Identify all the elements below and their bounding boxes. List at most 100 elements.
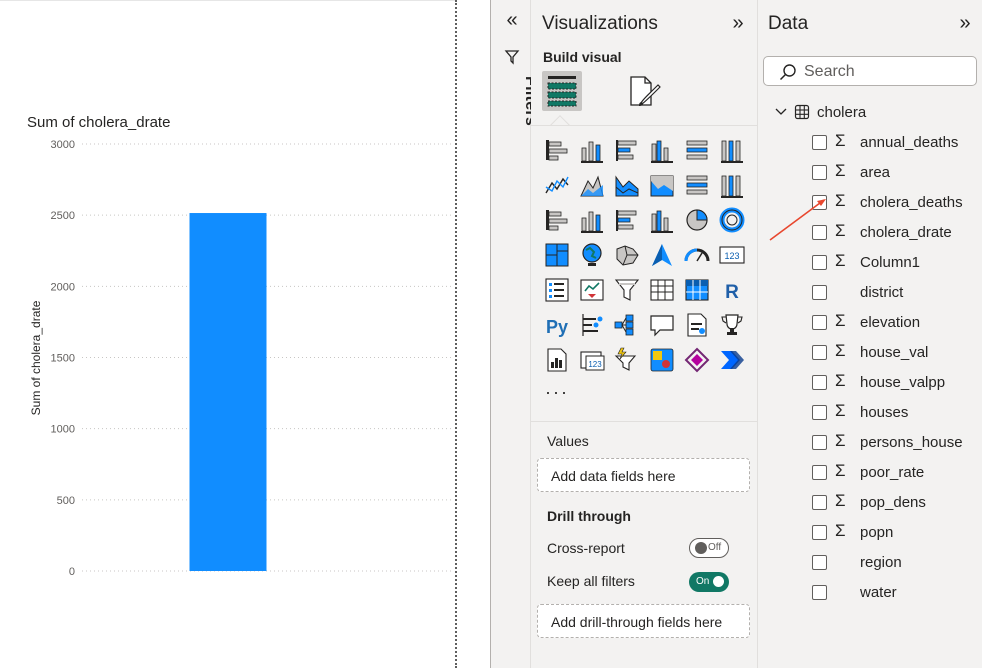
- field-item-house-valpp[interactable]: Σhouse_valpp: [812, 371, 977, 395]
- card-icon[interactable]: 123: [718, 241, 746, 269]
- more-visuals-button[interactable]: ···: [545, 382, 569, 403]
- metrics-icon[interactable]: [718, 311, 746, 339]
- double-chevron-right-icon[interactable]: »: [726, 12, 750, 36]
- clustered-column-chart-icon[interactable]: [648, 136, 676, 164]
- field-label: cholera_drate: [860, 224, 952, 241]
- field-item-water[interactable]: water: [812, 581, 977, 605]
- chevron-down-icon[interactable]: [774, 105, 788, 119]
- chart-bars[interactable]: [189, 213, 267, 571]
- field-item-poor-rate[interactable]: Σpoor_rate: [812, 461, 977, 485]
- slicer-new-icon[interactable]: [613, 346, 641, 374]
- field-item-elevation[interactable]: Σelevation: [812, 311, 977, 335]
- filters-pane-collapsed[interactable]: « Filters: [490, 0, 539, 668]
- field-checkbox[interactable]: [812, 255, 827, 270]
- field-checkbox[interactable]: [812, 435, 827, 450]
- line-clustered-column-chart-icon[interactable]: [683, 171, 711, 199]
- field-item-region[interactable]: region: [812, 551, 977, 575]
- field-checkbox[interactable]: [812, 285, 827, 300]
- line-chart-icon[interactable]: [543, 171, 571, 199]
- scatter-chart-icon[interactable]: [648, 206, 676, 234]
- field-checkbox[interactable]: [812, 585, 827, 600]
- field-checkbox[interactable]: [812, 375, 827, 390]
- field-checkbox[interactable]: [812, 495, 827, 510]
- sigma-icon: Σ: [835, 341, 846, 360]
- drill-through-drop-well[interactable]: Add drill-through fields here: [537, 604, 750, 638]
- power-automate-icon[interactable]: [683, 346, 711, 374]
- field-checkbox[interactable]: [812, 405, 827, 420]
- field-item-column1[interactable]: Σ Column1: [812, 251, 977, 275]
- field-item-district[interactable]: district: [812, 281, 977, 305]
- field-item-houses[interactable]: Σhouses: [812, 401, 977, 425]
- stacked-bar-chart-icon[interactable]: [543, 136, 571, 164]
- slicer-icon[interactable]: [613, 276, 641, 304]
- donut-chart-icon[interactable]: [718, 206, 746, 234]
- search-box[interactable]: [763, 56, 977, 86]
- field-checkbox[interactable]: [812, 165, 827, 180]
- paginated-report-icon[interactable]: [543, 346, 571, 374]
- treemap-icon[interactable]: [543, 241, 571, 269]
- clustered-bar-chart-icon[interactable]: [613, 136, 641, 164]
- power-automate-flow-icon[interactable]: [718, 346, 746, 374]
- build-visual-button[interactable]: [542, 71, 582, 111]
- field-checkbox[interactable]: [812, 345, 827, 360]
- power-apps-icon[interactable]: [648, 346, 676, 374]
- search-input[interactable]: [804, 62, 969, 82]
- field-item-popn[interactable]: Σpopn: [812, 521, 977, 545]
- field-checkbox[interactable]: [812, 555, 827, 570]
- field-label: elevation: [860, 314, 921, 331]
- bar[interactable]: [189, 213, 267, 571]
- field-checkbox[interactable]: [812, 525, 827, 540]
- field-item-persons-house[interactable]: Σpersons_house: [812, 431, 977, 455]
- line-stacked-column-chart-icon[interactable]: [718, 171, 746, 199]
- 100-stacked-column-chart-icon[interactable]: [718, 136, 746, 164]
- keep-all-filters-toggle[interactable]: On: [689, 572, 729, 592]
- map-icon[interactable]: [578, 241, 606, 269]
- 100-stacked-area-chart-icon[interactable]: [648, 171, 676, 199]
- smart-narrative-icon[interactable]: [683, 311, 711, 339]
- pie-chart-icon[interactable]: [683, 206, 711, 234]
- field-item-cholera-deaths[interactable]: Σcholera_deaths: [812, 191, 977, 215]
- qa-icon[interactable]: [648, 311, 676, 339]
- field-item-cholera-drate[interactable]: Σcholera_drate: [812, 221, 977, 245]
- table-node-cholera[interactable]: cholera: [772, 102, 972, 124]
- matrix-icon[interactable]: [683, 276, 711, 304]
- data-title: Data: [768, 13, 809, 34]
- values-drop-well[interactable]: Add data fields here: [537, 458, 750, 492]
- format-visual-button[interactable]: [625, 71, 665, 111]
- field-item-annual-deaths[interactable]: Σannual_deaths: [812, 131, 977, 155]
- area-chart-icon[interactable]: [578, 171, 606, 199]
- cross-report-toggle[interactable]: Off: [689, 538, 729, 558]
- field-item-house-val[interactable]: Σhouse_val: [812, 341, 977, 365]
- waterfall-chart-icon[interactable]: [578, 206, 606, 234]
- funnel-chart-icon[interactable]: [613, 206, 641, 234]
- ribbon-chart-icon[interactable]: [543, 206, 571, 234]
- stacked-column-chart-icon[interactable]: [578, 136, 606, 164]
- bar-chart[interactable]: Sum of cholera_drate 0 500 1000 1500 2000 250…: [0, 0, 456, 668]
- multi-row-card-icon[interactable]: [543, 276, 571, 304]
- double-chevron-right-icon[interactable]: »: [953, 12, 977, 36]
- funnel-icon[interactable]: [503, 48, 521, 66]
- filled-map-icon[interactable]: [613, 241, 641, 269]
- field-label: houses: [860, 404, 909, 421]
- decomposition-tree-icon[interactable]: [613, 311, 641, 339]
- field-checkbox[interactable]: [812, 135, 827, 150]
- report-canvas[interactable]: Sum of cholera_drate 0 500 1000 1500 2000 250…: [0, 0, 458, 668]
- key-influencers-icon[interactable]: [578, 311, 606, 339]
- field-item-pop-dens[interactable]: Σpop_dens: [812, 491, 977, 515]
- gauge-icon[interactable]: [683, 241, 711, 269]
- python-visual-icon[interactable]: Py: [543, 311, 571, 339]
- field-checkbox[interactable]: [812, 465, 827, 480]
- azure-map-icon[interactable]: [648, 241, 676, 269]
- kpi-icon[interactable]: [578, 276, 606, 304]
- r-script-visual-icon[interactable]: R: [718, 276, 746, 304]
- field-checkbox[interactable]: [812, 315, 827, 330]
- sigma-icon: Σ: [835, 221, 846, 240]
- 100-stacked-bar-chart-icon[interactable]: [683, 136, 711, 164]
- card-new-icon[interactable]: 123: [578, 346, 606, 374]
- values-label: Values: [547, 433, 589, 449]
- stacked-area-chart-icon[interactable]: [613, 171, 641, 199]
- table-icon[interactable]: [648, 276, 676, 304]
- double-chevron-left-icon[interactable]: «: [501, 10, 523, 32]
- visual-selection-border: [455, 0, 457, 668]
- field-item-area[interactable]: Σarea: [812, 161, 977, 185]
